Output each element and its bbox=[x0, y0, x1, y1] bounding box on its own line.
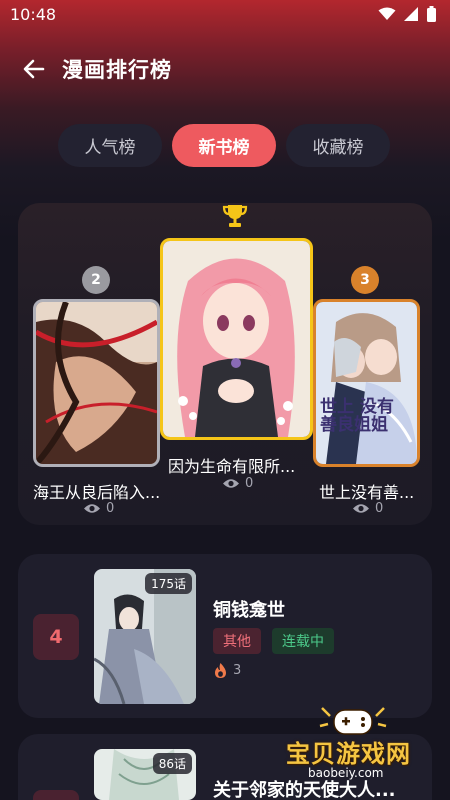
ranking-tabs: 人气榜 新书榜 收藏榜 bbox=[58, 124, 390, 167]
cover-thumbnail[interactable]: 86话 bbox=[94, 749, 196, 800]
status-time: 10:48 bbox=[10, 4, 57, 24]
eye-icon bbox=[353, 504, 369, 513]
views-third: 0 bbox=[353, 501, 383, 516]
heat-count: 3 bbox=[214, 663, 241, 678]
chapter-count-badge: 175话 bbox=[145, 573, 192, 594]
trophy-icon bbox=[222, 205, 248, 227]
status-bar: 10:48 bbox=[0, 0, 450, 28]
tab-popular[interactable]: 人气榜 bbox=[58, 124, 162, 167]
watermark: 宝贝游戏网 baobeiy.com bbox=[280, 704, 450, 800]
gamepad-logo-icon bbox=[319, 707, 387, 735]
views-second: 0 bbox=[84, 501, 114, 516]
title-second[interactable]: 海王从良后陷入... bbox=[33, 479, 160, 503]
genre-tag: 其他 bbox=[213, 628, 261, 654]
title-first[interactable]: 因为生命有限所... bbox=[168, 453, 295, 477]
status-tag: 连载中 bbox=[272, 628, 334, 654]
signal-icon bbox=[404, 7, 418, 21]
cover-third[interactable]: 世上 没有 善良姐姐 bbox=[313, 299, 420, 467]
page-title: 漫画排行榜 bbox=[62, 58, 172, 82]
cover-third-text: 世上 没有 善良姐姐 bbox=[320, 397, 394, 435]
watermark-url: baobeiy.com bbox=[308, 766, 384, 780]
rank-number: 4 bbox=[33, 614, 79, 660]
title-bar: 漫画排行榜 bbox=[0, 44, 450, 94]
cover-second[interactable] bbox=[33, 299, 160, 467]
rank-badge-second: 2 bbox=[82, 266, 110, 294]
battery-icon bbox=[427, 6, 436, 22]
rank-badge-third: 3 bbox=[351, 266, 379, 294]
tab-new-books[interactable]: 新书榜 bbox=[172, 124, 276, 167]
cover-first[interactable] bbox=[160, 238, 313, 440]
comic-title[interactable]: 铜钱龛世 bbox=[213, 596, 285, 622]
title-third[interactable]: 世上没有善... bbox=[319, 479, 414, 503]
heat-value: 3 bbox=[233, 663, 242, 678]
cover-art-third bbox=[316, 302, 417, 464]
eye-icon bbox=[84, 504, 100, 513]
chapter-count-badge: 86话 bbox=[152, 753, 192, 774]
cover-art-second bbox=[36, 302, 157, 464]
views-first: 0 bbox=[223, 476, 253, 491]
tab-favorites[interactable]: 收藏榜 bbox=[286, 124, 390, 167]
cover-thumbnail[interactable]: 175话 bbox=[94, 569, 196, 704]
rank-number: 5 bbox=[33, 790, 79, 800]
eye-icon bbox=[223, 479, 239, 488]
fire-icon bbox=[215, 663, 226, 678]
arrow-left-icon bbox=[23, 59, 45, 79]
views-first-count: 0 bbox=[245, 476, 254, 491]
cover-art-first bbox=[163, 241, 310, 437]
views-third-count: 0 bbox=[375, 501, 384, 516]
watermark-text: 宝贝游戏网 bbox=[286, 740, 411, 768]
wifi-icon bbox=[378, 7, 396, 20]
back-button[interactable] bbox=[14, 49, 54, 89]
views-second-count: 0 bbox=[106, 501, 115, 516]
status-icons bbox=[378, 6, 436, 22]
